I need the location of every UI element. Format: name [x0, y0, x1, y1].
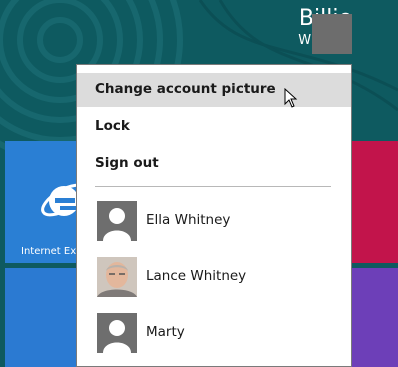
lock-item[interactable]: Lock	[77, 110, 351, 144]
account-avatar[interactable]	[312, 14, 352, 54]
menu-item-label: Sign out	[95, 155, 159, 171]
user-name: Ella Whitney	[146, 212, 231, 228]
sign-out-item[interactable]: Sign out	[77, 147, 351, 181]
user-photo-image	[97, 257, 137, 297]
user-silhouette-icon	[312, 14, 352, 54]
mouse-cursor-icon	[284, 88, 298, 108]
user-silhouette-icon	[97, 313, 137, 353]
change-account-picture-item[interactable]: Change account picture	[77, 73, 351, 107]
menu-item-label: Lock	[95, 118, 130, 134]
user-avatar	[97, 313, 137, 353]
user-photo	[97, 257, 137, 297]
switch-user-ella-whitney[interactable]: Ella Whitney	[97, 201, 337, 241]
account-menu: Change account picture Lock Sign out Ell…	[76, 64, 352, 367]
switch-user-lance-whitney[interactable]: Lance Whitney	[97, 257, 337, 297]
user-name: Lance Whitney	[146, 268, 247, 284]
switch-user-marty[interactable]: Marty	[97, 313, 337, 353]
menu-item-label: Change account picture	[95, 81, 276, 97]
internet-explorer-label: Internet Ex	[21, 246, 77, 257]
user-name: Marty	[146, 324, 185, 340]
user-silhouette-icon	[97, 201, 137, 241]
user-avatar	[97, 201, 137, 241]
menu-divider	[95, 186, 331, 187]
